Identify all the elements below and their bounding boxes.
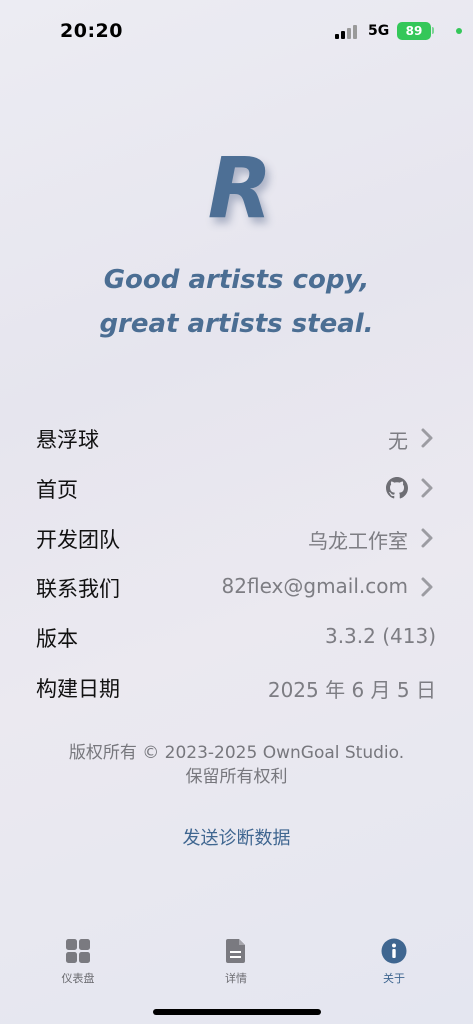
cellular-signal-icon xyxy=(335,25,359,39)
row-build-date: 构建日期 2025 年 6 月 5 日 xyxy=(36,667,440,707)
row-label: 联系我们 xyxy=(36,577,120,601)
tab-details[interactable]: 详情 xyxy=(191,938,281,986)
row-dev-team[interactable]: 开发团队 乌龙工作室 xyxy=(36,518,440,558)
row-value: 3.3.2 (413) xyxy=(324,624,436,648)
row-version: 版本 3.3.2 (413) xyxy=(36,617,440,657)
tab-bar: 仪表盘 详情 关于 xyxy=(0,930,473,1000)
chevron-right-icon xyxy=(421,577,433,597)
copyright-line-2: 保留所有权利 xyxy=(185,767,288,787)
chevron-right-icon xyxy=(421,478,433,498)
row-label: 悬浮球 xyxy=(36,428,99,452)
row-value: 82flex@gmail.com xyxy=(221,574,408,598)
status-bar: 20:20 5G 89 xyxy=(0,0,473,62)
row-label: 开发团队 xyxy=(36,528,120,552)
row-label: 构建日期 xyxy=(36,677,120,701)
chevron-right-icon xyxy=(421,428,433,448)
document-icon xyxy=(226,939,245,963)
tab-label: 关于 xyxy=(383,972,405,985)
status-time: 20:20 xyxy=(60,20,123,42)
tagline-line-2: great artists steal. xyxy=(99,309,374,339)
battery-tip xyxy=(432,27,434,34)
row-label: 版本 xyxy=(36,627,78,651)
row-value: 乌龙工作室 xyxy=(308,529,408,553)
tab-about[interactable]: 关于 xyxy=(349,938,439,986)
row-floating-ball[interactable]: 悬浮球 无 xyxy=(36,418,440,458)
chevron-right-icon xyxy=(421,528,433,548)
copyright-line-1: 版权所有 © 2023-2025 OwnGoal Studio. xyxy=(68,743,405,763)
tab-dashboard[interactable]: 仪表盘 xyxy=(33,938,123,986)
tab-label: 详情 xyxy=(225,972,247,985)
privacy-indicator-dot xyxy=(456,28,462,34)
info-icon xyxy=(381,938,407,964)
network-type: 5G xyxy=(368,23,390,39)
grid-icon xyxy=(66,939,90,963)
battery-level: 89 xyxy=(405,24,423,38)
tab-label: 仪表盘 xyxy=(61,972,95,985)
battery-icon: 89 xyxy=(397,22,431,40)
github-icon xyxy=(386,477,408,499)
row-value: 无 xyxy=(388,429,408,453)
tagline-line-1: Good artists copy, xyxy=(103,265,370,295)
send-diagnostics-button[interactable]: 发送诊断数据 xyxy=(0,824,473,850)
row-label: 首页 xyxy=(36,478,78,502)
row-contact-us[interactable]: 联系我们 82flex@gmail.com xyxy=(36,567,440,607)
row-value: 2025 年 6 月 5 日 xyxy=(267,678,436,702)
app-logo: R xyxy=(207,139,273,237)
home-indicator xyxy=(153,1009,321,1015)
row-homepage[interactable]: 首页 xyxy=(36,468,440,508)
